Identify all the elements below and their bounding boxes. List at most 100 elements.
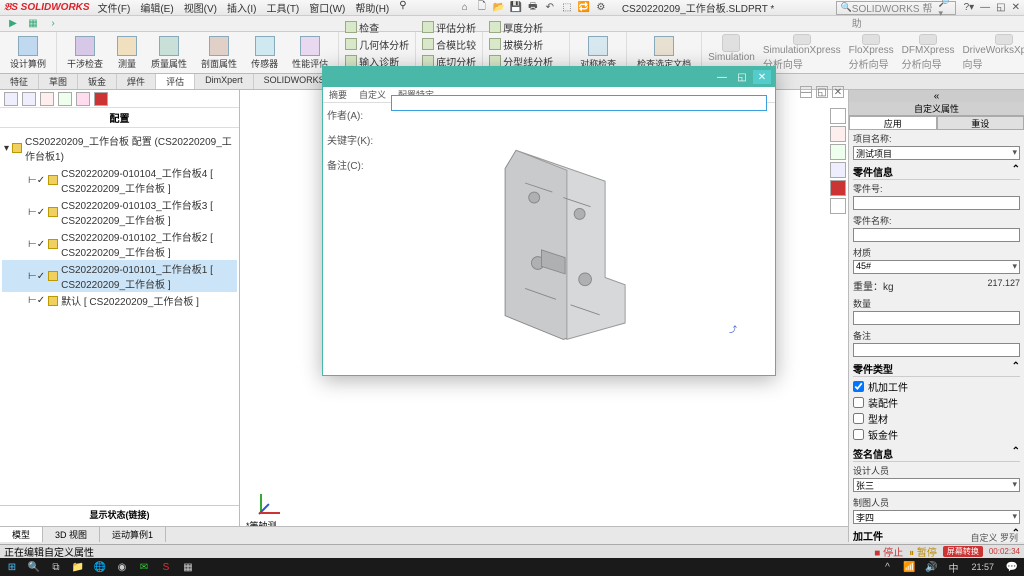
- dfm-xpress-button[interactable]: DFMXpress 分析向导: [902, 34, 955, 71]
- dialog-close-icon[interactable]: ✕: [753, 70, 771, 84]
- menu-file[interactable]: 文件(F): [98, 0, 131, 15]
- menu-pin-icon[interactable]: ⚲: [399, 0, 406, 15]
- chk-sheetmetal[interactable]: 钣金件: [853, 427, 1020, 442]
- taskpane-tab5-icon[interactable]: [830, 180, 846, 196]
- tree-item-selected[interactable]: ⊢✓CS20220209-010101_工作台板1 [ CS20220209_工…: [2, 260, 237, 292]
- taskpane-tab4-icon[interactable]: [830, 162, 846, 178]
- print-icon[interactable]: 🖶: [526, 1, 540, 15]
- taskpane-tab2-icon[interactable]: [830, 126, 846, 142]
- explorer-icon[interactable]: 📁: [68, 558, 88, 576]
- fm-tab4-icon[interactable]: [58, 92, 72, 106]
- maximize-icon[interactable]: ◱: [996, 2, 1005, 13]
- options-icon[interactable]: ⚙: [594, 1, 608, 15]
- taskpane-tab6-icon[interactable]: [830, 198, 846, 214]
- tree-item[interactable]: ⊢✓默认 [ CS20220209_工作台板 ]: [2, 292, 237, 309]
- tab-evaluate[interactable]: 评估: [156, 74, 195, 89]
- open-icon[interactable]: 📂: [492, 1, 506, 15]
- network-icon[interactable]: 📶: [899, 558, 919, 576]
- save-icon[interactable]: 💾: [509, 1, 523, 15]
- mdi-minimize-icon[interactable]: —: [800, 86, 812, 98]
- taskpane-tab3-icon[interactable]: [830, 144, 846, 160]
- notification-icon[interactable]: 💬: [1002, 558, 1022, 576]
- solidworks-taskbar-icon[interactable]: S: [156, 558, 176, 576]
- volume-icon[interactable]: 🔊: [921, 558, 941, 576]
- remark-input[interactable]: [853, 343, 1020, 357]
- rebuild-icon[interactable]: 🔁: [577, 1, 591, 15]
- measure-button[interactable]: 测量: [113, 34, 141, 72]
- tab-weldment[interactable]: 焊件: [117, 74, 156, 89]
- taskpane-tab1-icon[interactable]: [830, 108, 846, 124]
- dlg-tab-custom[interactable]: 自定义: [359, 88, 386, 101]
- fm-tab5-icon[interactable]: [76, 92, 90, 106]
- close-icon[interactable]: ✕: [1012, 2, 1020, 13]
- search-taskbar-icon[interactable]: 🔍: [24, 558, 44, 576]
- fm-tab2-icon[interactable]: [22, 92, 36, 106]
- fm-tab6-icon[interactable]: [94, 92, 108, 106]
- tab-dimxpert[interactable]: DimXpert: [195, 74, 254, 89]
- chk-profile[interactable]: 型材: [853, 411, 1020, 426]
- fm-tab3-icon[interactable]: [40, 92, 54, 106]
- design-study-button[interactable]: 设计算例: [6, 34, 50, 72]
- play-icon[interactable]: ▶: [6, 17, 20, 31]
- thickness-button[interactable]: 厚度分析: [489, 20, 563, 35]
- tab-sketch[interactable]: 草图: [39, 74, 78, 89]
- start-icon[interactable]: ⊞: [2, 558, 22, 576]
- tree-item[interactable]: ⊢✓CS20220209-010102_工作台板2 [ CS20220209_工…: [2, 228, 237, 260]
- chrome-icon[interactable]: ◉: [112, 558, 132, 576]
- partname-input[interactable]: [853, 228, 1020, 242]
- btn-reset[interactable]: 重设: [937, 116, 1024, 130]
- mass-props-button[interactable]: 质量属性: [147, 34, 191, 72]
- driveworks-button[interactable]: DriveWorksXpress 向导: [962, 34, 1024, 71]
- new-icon[interactable]: 🗋: [475, 1, 489, 15]
- tree-item[interactable]: ⊢✓CS20220209-010104_工作台板4 [ CS20220209_工…: [2, 164, 237, 196]
- status-stop[interactable]: ■ 停止: [874, 544, 903, 559]
- tray-up-icon[interactable]: ^: [877, 558, 897, 576]
- doc-icon[interactable]: ▦: [26, 17, 40, 31]
- sensor-button[interactable]: 传感器: [247, 34, 282, 72]
- menu-insert[interactable]: 插入(I): [227, 0, 256, 15]
- tree-item[interactable]: ⊢✓CS20220209-010103_工作台板3 [ CS20220209_工…: [2, 196, 237, 228]
- collapse-icon[interactable]: «: [934, 91, 940, 102]
- app-taskbar-icon[interactable]: ▦: [178, 558, 198, 576]
- menu-help[interactable]: 帮助(H): [355, 0, 389, 15]
- menu-tools[interactable]: 工具(T): [266, 0, 299, 15]
- tab-3dview[interactable]: 3D 视图: [43, 527, 100, 542]
- ime-icon[interactable]: 中: [943, 558, 963, 576]
- compare-button[interactable]: 合模比较: [422, 37, 476, 52]
- btn-apply[interactable]: 应用: [849, 116, 937, 130]
- menu-window[interactable]: 窗口(W): [309, 0, 345, 15]
- edge-icon[interactable]: 🌐: [90, 558, 110, 576]
- dlg-tab-summary[interactable]: 摘要: [329, 88, 347, 101]
- tab-model[interactable]: 模型: [0, 527, 43, 542]
- minimize-icon[interactable]: —: [980, 2, 990, 13]
- partno-input[interactable]: [853, 196, 1020, 210]
- menu-edit[interactable]: 编辑(E): [140, 0, 173, 15]
- tree-root[interactable]: ▾CS20220209_工作台板 配置 (CS20220209_工作台板1): [2, 132, 237, 164]
- taskbar-clock[interactable]: 21:57: [965, 563, 1000, 572]
- material-select[interactable]: 45#: [853, 260, 1020, 274]
- eval-analysis-button[interactable]: 评估分析: [422, 20, 476, 35]
- draft-button[interactable]: 拔模分析: [489, 37, 563, 52]
- help-search[interactable]: 🔍 搜索 SOLIDWORKS 帮助 🔎▾: [836, 1, 956, 15]
- menu-view[interactable]: 视图(V): [184, 0, 217, 15]
- chk-machined[interactable]: 机加工件: [853, 379, 1020, 394]
- home-icon[interactable]: ⌂: [458, 1, 472, 15]
- dialog-max-icon[interactable]: ◱: [733, 70, 751, 84]
- arrow-icon[interactable]: ›: [46, 17, 60, 31]
- project-select[interactable]: 测试项目: [853, 146, 1020, 160]
- geom-analysis-button[interactable]: 几何体分析: [345, 37, 409, 52]
- tab-sheetmetal[interactable]: 钣金: [78, 74, 117, 89]
- recording-badge[interactable]: 屏幕转换: [943, 546, 983, 557]
- mdi-close-icon[interactable]: ✕: [832, 86, 844, 98]
- drafter-select[interactable]: 李四: [853, 510, 1020, 524]
- mdi-restore-icon[interactable]: ◱: [816, 86, 828, 98]
- dialog-titlebar[interactable]: — ◱ ✕: [323, 67, 775, 87]
- tab-motion[interactable]: 运动算例1: [100, 527, 166, 542]
- qty-input[interactable]: [853, 311, 1020, 325]
- status-pause[interactable]: ⏸ 暂停: [909, 544, 937, 559]
- chk-assembly[interactable]: 装配件: [853, 395, 1020, 410]
- taskview-icon[interactable]: ⧉: [46, 558, 66, 576]
- fm-tab1-icon[interactable]: [4, 92, 18, 106]
- interference-button[interactable]: 干涉检查: [63, 34, 107, 72]
- section-props-button[interactable]: 剖面属性: [197, 34, 241, 72]
